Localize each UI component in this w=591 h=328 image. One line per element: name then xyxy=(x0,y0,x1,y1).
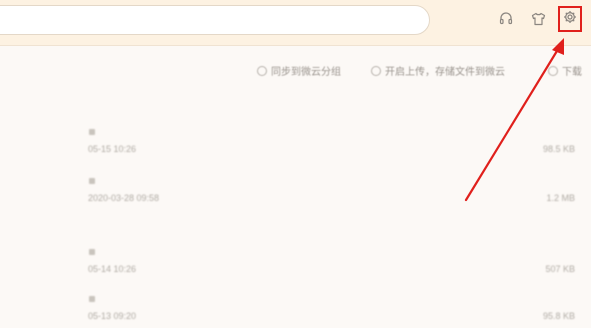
search-box[interactable] xyxy=(0,5,430,35)
list-item[interactable]: 05-15 10:26 98.5 KB xyxy=(85,129,575,161)
item-size: 98.5 KB xyxy=(542,144,575,154)
file-icon xyxy=(89,296,95,302)
download-icon xyxy=(548,65,558,76)
upload-icon xyxy=(257,65,267,76)
skin-icon[interactable] xyxy=(529,10,547,28)
item-size: 95.8 KB xyxy=(542,311,575,321)
file-icon xyxy=(89,178,95,184)
settings-button[interactable] xyxy=(558,6,582,32)
toolbar-action-label: 开启上传，存储文件到微云 xyxy=(385,67,505,78)
gear-icon xyxy=(563,10,577,29)
headset-icon[interactable] xyxy=(497,10,515,28)
toolbar-action-label: 下载 xyxy=(562,67,582,78)
toolbar-action-sync[interactable]: 开启上传，存储文件到微云 xyxy=(371,63,505,78)
toolbar-action-label: 同步到微云分组 xyxy=(271,67,341,78)
list-item[interactable]: 05-14 10:26 507 KB xyxy=(85,249,575,281)
item-size: 1.2 MB xyxy=(546,193,575,203)
item-date: 05-14 10:26 xyxy=(88,264,137,274)
toolbar-action-upload[interactable]: 同步到微云分组 xyxy=(257,63,341,78)
item-date: 2020-03-28 09:58 xyxy=(88,193,160,203)
list-item[interactable]: 05-13 09:20 95.8 KB xyxy=(85,296,575,328)
item-size: 507 KB xyxy=(545,264,575,274)
file-icon xyxy=(89,129,95,135)
list-item[interactable]: 2020-03-28 09:58 1.2 MB xyxy=(85,178,575,210)
toolbar-action-download[interactable]: 下载 xyxy=(548,63,582,78)
file-icon xyxy=(89,249,95,255)
item-date: 05-13 09:20 xyxy=(88,311,137,321)
sync-icon xyxy=(371,65,381,76)
search-input[interactable] xyxy=(0,6,429,34)
item-date: 05-15 10:26 xyxy=(88,144,137,154)
top-bar xyxy=(0,0,591,46)
